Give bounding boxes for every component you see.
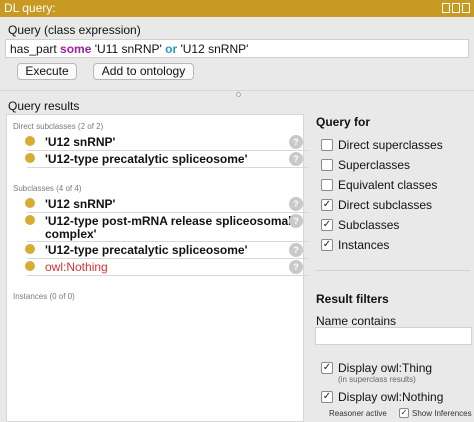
option-instances[interactable]: ✓ Instances <box>321 238 389 252</box>
option-superclasses[interactable]: Superclasses <box>321 158 410 172</box>
list-item[interactable]: owl:Nothing ? <box>25 259 309 276</box>
help-icon[interactable]: ? <box>289 260 303 274</box>
window-controls <box>442 3 470 13</box>
checkbox-checked[interactable]: ✓ <box>321 239 333 251</box>
option-subclasses[interactable]: ✓ Subclasses <box>321 218 399 232</box>
help-icon[interactable]: ? <box>289 152 303 166</box>
help-icon[interactable]: ? <box>289 243 303 257</box>
keyword-or: or <box>165 42 178 56</box>
result-filters-heading: Result filters <box>316 292 389 306</box>
checkbox[interactable] <box>321 159 333 171</box>
checkbox-label: Equivalent classes <box>338 178 438 192</box>
results-panel: Direct subclasses (2 of 2) 'U12 snRNP' ?… <box>6 114 309 422</box>
window-title: DL query: <box>4 1 56 15</box>
list-item[interactable]: 'U12-type precatalytic spliceosome' ? <box>25 151 309 168</box>
divider <box>0 90 474 91</box>
show-inferences-checkbox[interactable]: ✓ <box>399 408 409 418</box>
status-bar: Reasoner active ✓ Show Inferences <box>311 405 474 422</box>
checkbox-label: Subclasses <box>338 218 400 232</box>
results-label: Query results <box>8 99 80 113</box>
list-item[interactable]: 'U12 snRNP' ? <box>25 134 309 151</box>
checkbox-label: Direct subclasses <box>338 198 433 212</box>
class-label: 'U12-type precatalytic spliceosome' <box>45 243 248 257</box>
splitter-handle[interactable] <box>236 92 241 97</box>
direct-subclasses-heading: Direct subclasses (2 of 2) <box>13 122 104 131</box>
pin-icon[interactable] <box>442 3 450 13</box>
maximize-icon[interactable] <box>452 3 460 13</box>
reasoner-status: Reasoner active <box>329 409 387 418</box>
window-titlebar: DL query: <box>0 0 474 17</box>
option-direct-subclasses[interactable]: ✓ Direct subclasses <box>321 198 432 212</box>
add-to-ontology-button[interactable]: Add to ontology <box>93 63 194 80</box>
option-display-thing[interactable]: ✓ Display owl:Thing <box>321 361 432 375</box>
keyword-some: some <box>60 42 92 56</box>
help-icon[interactable]: ? <box>289 214 303 228</box>
class-label-nothing: owl:Nothing <box>45 260 108 274</box>
checkbox-checked[interactable]: ✓ <box>321 362 333 374</box>
checkbox[interactable] <box>321 179 333 191</box>
checkbox[interactable] <box>321 139 333 151</box>
options-panel: Query for Direct superclasses Superclass… <box>311 109 474 422</box>
divider <box>315 270 470 271</box>
class-label: 'U12-type precatalytic spliceosome' <box>45 152 248 166</box>
list-item[interactable]: 'U12-type precatalytic spliceosome' ? <box>25 242 309 259</box>
checkbox-checked[interactable]: ✓ <box>321 199 333 211</box>
query-input[interactable]: has_part some 'U11 snRNP' or 'U12 snRNP' <box>5 39 469 58</box>
query-text: 'U11 snRNP' <box>91 42 166 56</box>
class-icon <box>25 198 35 208</box>
checkbox-checked[interactable]: ✓ <box>321 219 333 231</box>
class-icon <box>25 244 35 254</box>
class-icon <box>25 261 35 271</box>
option-direct-superclasses[interactable]: Direct superclasses <box>321 138 443 152</box>
option-display-nothing[interactable]: ✓ Display owl:Nothing <box>321 390 443 404</box>
checkbox-label: Direct superclasses <box>338 138 443 152</box>
checkbox-label: Display owl:Thing <box>338 361 433 375</box>
class-icon <box>25 215 35 225</box>
instances-heading: Instances (0 of 0) <box>13 292 75 301</box>
class-label: 'U12 snRNP' <box>45 135 116 149</box>
query-text: 'U12 snRNP' <box>177 42 249 56</box>
checkbox-label: Superclasses <box>338 158 411 172</box>
display-thing-note: (in superclass results) <box>338 375 416 384</box>
class-icon <box>25 136 35 146</box>
class-icon <box>25 153 35 163</box>
checkbox-label: Display owl:Nothing <box>338 390 444 404</box>
subclasses-heading: Subclasses (4 of 4) <box>13 184 82 193</box>
help-icon[interactable]: ? <box>289 135 303 149</box>
list-item[interactable]: 'U12 snRNP' ? <box>25 196 309 213</box>
checkbox-checked[interactable]: ✓ <box>321 391 333 403</box>
close-icon[interactable] <box>462 3 470 13</box>
query-text: has_part <box>10 42 61 56</box>
query-label: Query (class expression) <box>8 23 141 37</box>
name-contains-input[interactable] <box>315 327 472 345</box>
help-icon[interactable]: ? <box>289 197 303 211</box>
query-for-heading: Query for <box>316 115 371 129</box>
name-contains-label: Name contains <box>316 314 397 328</box>
option-equivalent-classes[interactable]: Equivalent classes <box>321 178 437 192</box>
class-label-continued: complex' <box>45 227 97 241</box>
checkbox-label: Instances <box>338 238 390 252</box>
class-label: 'U12 snRNP' <box>45 197 116 211</box>
execute-button[interactable]: Execute <box>17 63 77 80</box>
show-inferences-label: Show Inferences <box>412 409 472 418</box>
list-item[interactable]: 'U12-type post-mRNA release spliceosomal… <box>25 213 309 242</box>
